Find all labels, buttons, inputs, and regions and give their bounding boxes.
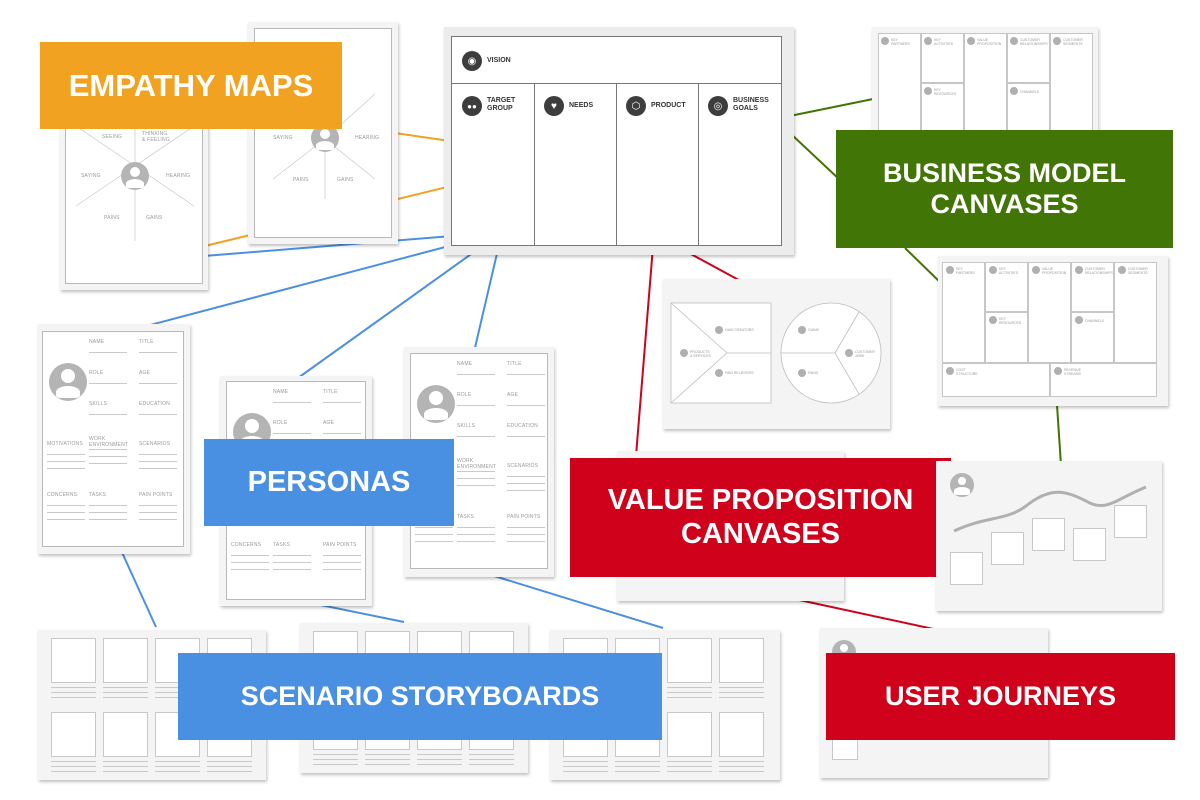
persona-field-name: NAME (457, 361, 473, 367)
persona-sheet-1: NAME TITLE ROLE AGE SKILLS EDUCATION MOTIVATIO… (38, 324, 190, 554)
channels-icon (1010, 87, 1018, 95)
heart-icon (1010, 37, 1018, 45)
persona-field-concerns: CONCERNS (231, 542, 262, 548)
persona-field-skills: SKILLS (457, 423, 476, 429)
segments-icon (1053, 37, 1061, 45)
persona-field-age: AGE (323, 420, 335, 426)
persona-field-title: TITLE (139, 339, 154, 345)
business-model-canvas-2: KEY PARTNERS KEY ACTIVITIES VALUE PROPOSITI… (938, 256, 1168, 406)
smile-icon (798, 326, 806, 334)
avatar-icon (121, 162, 149, 190)
revenue-icon (1054, 367, 1062, 375)
cube-icon: ⬡ (626, 96, 646, 116)
scenario-storyboards-label: SCENARIO STORYBOARDS (178, 653, 662, 740)
partners-icon (881, 37, 889, 45)
partners-icon (946, 266, 954, 274)
resources-icon (924, 87, 932, 95)
people-icon: ●● (462, 96, 482, 116)
persona-field-pain-points: PAIN POINTS (139, 492, 173, 498)
storyboard-frame (103, 712, 148, 757)
connector-storyboard-1 (119, 547, 157, 628)
thinking-label: THINKING & FEELING (142, 131, 170, 143)
persona-field-work: WORKENVIRONMENT (457, 458, 497, 470)
persona-field-role: ROLE (457, 392, 472, 398)
user-journey-sheet-1 (936, 461, 1162, 611)
persona-field-title: TITLE (507, 361, 522, 367)
gift-icon (967, 37, 975, 45)
persona-field-role: ROLE (89, 370, 104, 376)
resources-icon (989, 316, 997, 324)
list-icon (845, 349, 853, 357)
persona-field-tasks: TASKS (457, 514, 475, 520)
business-model-canvases-label: BUSINESS MODEL CANVASES (836, 130, 1173, 248)
needs-label: NEEDS (569, 102, 594, 109)
activities-icon (989, 266, 997, 274)
persona-field-concerns: CONCERNS (47, 492, 78, 498)
empathy-maps-label: EMPATHY MAPS (40, 42, 342, 129)
persona-field-role: ROLE (273, 420, 288, 426)
heart-icon (1075, 266, 1083, 274)
product-label: PRODUCT (651, 102, 686, 109)
vision-label: VISION (487, 57, 511, 64)
persona-field-tasks: TASKS (273, 542, 291, 548)
persona-field-title: TITLE (323, 389, 338, 395)
business-goals-label: BUSINESS GOALS (733, 97, 769, 112)
persona-field-motivations: MOTIVATIONS (47, 441, 83, 447)
heart-icon: ♥ (544, 96, 564, 116)
segments-icon (1118, 266, 1126, 274)
frown-icon (798, 369, 806, 377)
gain-creators-icon (715, 326, 723, 334)
persona-field-scenarios: SCENARIOS (139, 441, 171, 447)
persona-field-scenarios: SCENARIOS (507, 463, 539, 469)
persona-field-pain-points: PAIN POINTS (507, 514, 541, 520)
persona-field-name: NAME (273, 389, 289, 395)
gift-icon (1032, 266, 1040, 274)
persona-field-age: AGE (139, 370, 151, 376)
persona-template: NAME TITLE ROLE AGE SKILLS EDUCATION MOTIVATIO… (42, 331, 184, 547)
persona-field-name: NAME (89, 339, 105, 345)
gift-icon (680, 349, 688, 357)
activities-icon (924, 37, 932, 45)
avatar-icon (49, 363, 87, 401)
storyboard-frame (667, 712, 712, 757)
value-proposition-canvas-sheet: PRODUCTS & SERVICES GAIN CREATORS PAIN RE… (663, 279, 890, 429)
value-proposition-canvases-label: VALUE PROPOSITION CANVASES (570, 458, 951, 577)
eye-icon: ◉ (462, 51, 482, 71)
target-icon: ◎ (708, 96, 728, 116)
empathy-map-1-lines (75, 106, 195, 241)
storyboard-frame (719, 638, 764, 683)
persona-field-skills: SKILLS (89, 401, 108, 407)
channels-icon (1075, 316, 1083, 324)
persona-field-education: EDUCATION (507, 423, 538, 429)
persona-field-work: WORKENVIRONMENT (89, 436, 129, 448)
personas-label: PERSONAS (204, 439, 454, 526)
persona-field-age: AGE (507, 392, 519, 398)
pain-relievers-icon (715, 369, 723, 377)
product-vision-board: ◉ VISION ●● TARGET GROUP ♥ NEEDS ⬡ PRODU… (444, 27, 794, 255)
persona-field-tasks: TASKS (89, 492, 107, 498)
storyboard-frame (667, 638, 712, 683)
business-model-canvas-1: KEY PARTNERS KEY ACTIVITIES VALUE PROPOSITI… (872, 27, 1098, 137)
user-journeys-label: USER JOURNEYS (826, 653, 1175, 740)
storyboard-frame (51, 638, 96, 683)
cost-icon (946, 367, 954, 375)
avatar-icon (417, 385, 455, 423)
storyboard-frame (51, 712, 96, 757)
storyboard-frame (103, 638, 148, 683)
target-group-label: TARGET GROUP (487, 97, 516, 112)
persona-field-education: EDUCATION (139, 401, 170, 407)
persona-field-pain-points: PAIN POINTS (323, 542, 357, 548)
storyboard-frame (719, 712, 764, 757)
